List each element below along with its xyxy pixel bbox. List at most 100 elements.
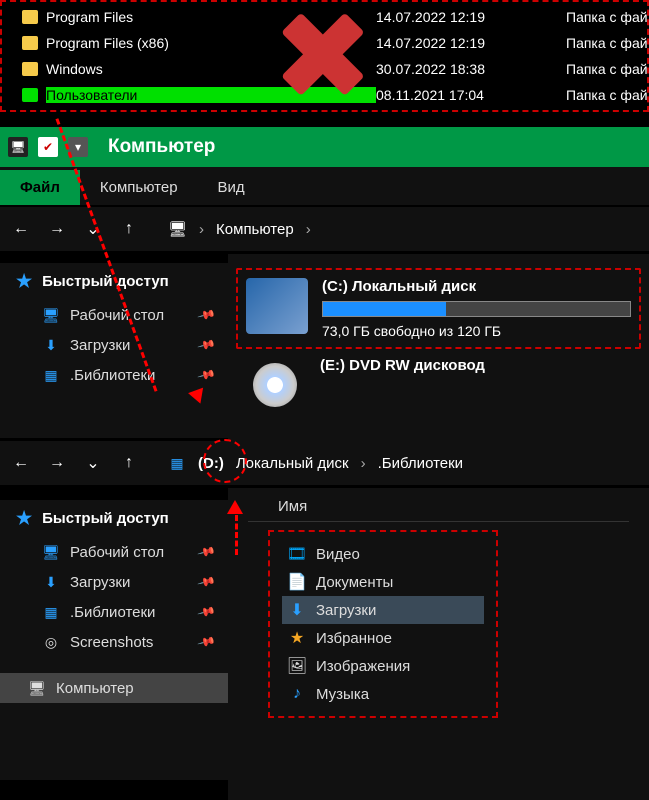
quick-access-check-icon[interactable]: ✔ xyxy=(38,137,58,157)
sidebar-item-libraries[interactable]: ▦ .Библиотеки 📌 xyxy=(0,597,228,627)
chevron-right-icon: › xyxy=(361,455,366,472)
sidebar-item-computer[interactable]: 🖥 Компьютер xyxy=(0,673,228,703)
forward-button[interactable]: → xyxy=(48,220,66,238)
chevron-right-icon: › xyxy=(199,221,204,238)
pin-icon: 📌 xyxy=(197,365,217,385)
annotation-arrow xyxy=(235,515,238,555)
breadcrumb-segment[interactable]: Компьютер xyxy=(216,221,294,238)
item-label: Видео xyxy=(316,546,360,563)
download-icon: ⬇ xyxy=(288,601,306,619)
item-label: Документы xyxy=(316,574,393,591)
sidebar-item-label: Рабочий стол xyxy=(70,307,164,324)
file-date: 30.07.2022 18:38 xyxy=(376,61,566,77)
pin-icon: 📌 xyxy=(197,602,217,622)
download-icon: ⬇ xyxy=(42,336,60,354)
drive-title: (E:) DVD RW дисковод xyxy=(320,357,633,374)
forward-button[interactable]: → xyxy=(48,454,66,472)
file-name: Windows xyxy=(46,61,376,77)
star-icon: ★ xyxy=(16,508,32,529)
folder-icon xyxy=(22,10,38,24)
list-item[interactable]: ★ Избранное xyxy=(282,624,484,652)
sidebar: ★ Быстрый доступ 🖥Рабочий стол📌 ⬇ Загрузк… xyxy=(0,500,228,780)
breadcrumb[interactable]: ▦ (D:) Локальный диск › .Библиотеки xyxy=(168,454,463,472)
sidebar-item-label: Компьютер xyxy=(56,680,134,697)
screenshot-icon: ◎ xyxy=(42,633,60,651)
breadcrumb-segment[interactable]: Локальный диск xyxy=(236,455,349,472)
pin-icon: 📌 xyxy=(197,335,217,355)
drives-panel: (C:) Локальный диск 73,0 ГБ свободно из … xyxy=(228,254,649,444)
breadcrumb-segment[interactable]: .Библиотеки xyxy=(378,455,463,472)
up-button[interactable]: ↑ xyxy=(120,454,138,472)
harddrive-icon xyxy=(246,278,308,334)
sidebar-item-screenshots[interactable]: ◎Screenshots📌 xyxy=(0,627,228,657)
quick-access-header[interactable]: ★ Быстрый доступ xyxy=(0,500,228,537)
folder-contents: Имя 🎞 Видео 📄 Документы ⬇Загрузки ★ Избранн… xyxy=(228,488,649,800)
file-name: Program Files xyxy=(46,9,376,25)
music-icon: ♪ xyxy=(288,685,306,703)
tab-file[interactable]: Файл xyxy=(0,170,80,205)
sidebar-item-label: Загрузки xyxy=(70,574,130,591)
annotation-arrowhead xyxy=(227,500,243,514)
column-header-name[interactable]: Имя xyxy=(248,498,629,522)
computer-icon: 🖥 xyxy=(28,679,46,697)
history-dropdown[interactable]: ⌄ xyxy=(84,454,102,472)
tab-view[interactable]: Вид xyxy=(198,170,265,205)
list-item[interactable]: ♪ Музыка xyxy=(282,680,484,708)
item-label: Избранное xyxy=(316,630,392,647)
table-row[interactable]: Пользователи 08.11.2021 17:04 Папка с фа… xyxy=(2,82,647,108)
list-item[interactable]: 📄 Документы xyxy=(282,568,484,596)
tab-computer[interactable]: Компьютер xyxy=(80,170,198,205)
quick-access-label: Быстрый доступ xyxy=(42,510,169,527)
navigation-bar: ← → ⌄ ↑ ▦ (D:) Локальный диск › .Библиот… xyxy=(0,441,649,485)
sidebar-item-label: Screenshots xyxy=(70,634,153,651)
list-item[interactable]: ⬇Загрузки xyxy=(282,596,484,624)
sidebar-item-label: .Библиотеки xyxy=(70,604,155,621)
star-icon: ★ xyxy=(288,629,306,647)
table-row[interactable]: Windows 30.07.2022 18:38 Папка с файлам xyxy=(2,56,647,82)
drive-dvd[interactable]: (E:) DVD RW дисковод xyxy=(236,349,641,421)
ribbon-tabs: Файл Компьютер Вид xyxy=(0,167,649,205)
annotation-highlight-box: 🎞 Видео 📄 Документы ⬇Загрузки ★ Избранное 🖼… xyxy=(268,530,498,718)
item-label: Музыка xyxy=(316,686,369,703)
sidebar-item-downloads[interactable]: ⬇ Загрузки 📌 xyxy=(0,330,228,360)
list-item[interactable]: 🖼 Изображения xyxy=(282,652,484,680)
drive-free-text: 73,0 ГБ свободно из 120 ГБ xyxy=(322,323,631,339)
file-type: Папка с файлам xyxy=(566,87,647,103)
up-button[interactable]: ↑ xyxy=(120,220,138,238)
breadcrumb-drive-letter[interactable]: (D:) xyxy=(198,455,224,472)
pin-icon: 📌 xyxy=(197,542,217,562)
back-button[interactable]: ← xyxy=(12,220,30,238)
item-label: Изображения xyxy=(316,658,410,675)
table-row[interactable]: Program Files (x86) 14.07.2022 12:19 Пап… xyxy=(2,30,647,56)
pin-icon: 📌 xyxy=(197,572,217,592)
desktop-icon: 🖥 xyxy=(42,306,60,324)
wrong-selection-panel: Program Files 14.07.2022 12:19 Папка с ф… xyxy=(0,0,649,112)
sidebar: ★ Быстрый доступ 🖥 Рабочий стол 📌 ⬇ Загрузк… xyxy=(0,263,228,438)
table-row[interactable]: Program Files 14.07.2022 12:19 Папка с ф… xyxy=(2,4,647,30)
file-type: Папка с файлам xyxy=(566,61,647,77)
sidebar-item-desktop[interactable]: 🖥Рабочий стол📌 xyxy=(0,300,228,330)
window-titlebar: 🖥 ✔ ▾ Компьютер xyxy=(0,127,649,167)
desktop-icon: 🖥 xyxy=(42,543,60,561)
quick-access-label: Быстрый доступ xyxy=(42,273,169,290)
breadcrumb[interactable]: 🖥 › Компьютер › xyxy=(168,220,311,238)
computer-icon: 🖥 xyxy=(8,137,28,157)
sidebar-item-label: Загрузки xyxy=(70,337,130,354)
image-icon: 🖼 xyxy=(288,657,306,675)
sidebar-item-libraries[interactable]: ▦.Библиотеки📌 xyxy=(0,360,228,390)
file-date: 14.07.2022 12:19 xyxy=(376,9,566,25)
file-name: Пользователи xyxy=(46,87,376,103)
back-button[interactable]: ← xyxy=(12,454,30,472)
document-icon: 📄 xyxy=(288,573,306,591)
star-icon: ★ xyxy=(16,271,32,292)
drive-c[interactable]: (C:) Локальный диск 73,0 ГБ свободно из … xyxy=(236,268,641,349)
file-type: Папка с файлам xyxy=(566,9,647,25)
folder-icon xyxy=(22,36,38,50)
sidebar-item-downloads[interactable]: ⬇ Загрузки 📌 xyxy=(0,567,228,597)
list-item[interactable]: 🎞 Видео xyxy=(282,540,484,568)
sidebar-item-desktop[interactable]: 🖥Рабочий стол📌 xyxy=(0,537,228,567)
grid-icon: ▦ xyxy=(42,603,60,621)
drive-title: (C:) Локальный диск xyxy=(322,278,631,295)
download-icon: ⬇ xyxy=(42,573,60,591)
video-icon: 🎞 xyxy=(288,545,306,563)
